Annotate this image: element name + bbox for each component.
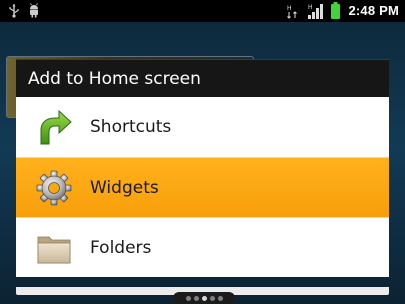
dialog-option-list: Shortcuts Widgets Folders (16, 97, 389, 277)
usb-icon (8, 3, 20, 18)
network-sync-icon: H (287, 3, 299, 19)
page-dot-active (201, 295, 207, 301)
option-widgets[interactable]: Widgets (16, 157, 389, 217)
svg-text:H: H (308, 4, 313, 11)
gear-widget-icon (34, 168, 74, 208)
status-bar: H H 2:48 PM (0, 0, 405, 22)
option-shortcuts[interactable]: Shortcuts (16, 97, 389, 157)
option-folders[interactable]: Folders (16, 217, 389, 277)
page-dot (217, 295, 223, 301)
page-dot (209, 295, 215, 301)
dialog-title-bar: Add to Home screen (16, 59, 389, 97)
folder-icon (34, 228, 74, 268)
android-debug-icon (28, 3, 40, 18)
signal-icon: H (307, 3, 324, 19)
shortcut-arrow-icon (34, 107, 74, 147)
option-label: Widgets (90, 177, 159, 198)
add-to-home-dialog: Add to Home screen Shortcuts Widgets Fol… (16, 59, 389, 295)
home-page-indicator[interactable] (173, 292, 235, 304)
clock-time: 2:48 PM (348, 3, 399, 18)
dialog-title: Add to Home screen (28, 68, 201, 89)
page-dot (185, 295, 191, 301)
option-label: Folders (90, 237, 152, 258)
option-label: Shortcuts (90, 117, 172, 137)
svg-text:H: H (287, 5, 292, 12)
page-dot (193, 295, 199, 301)
battery-icon (331, 2, 341, 19)
